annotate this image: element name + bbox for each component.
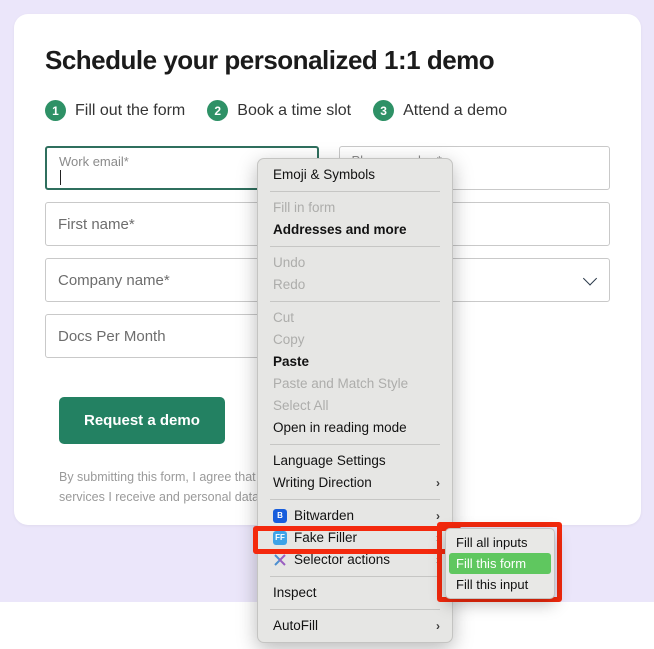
step-label-1: Fill out the form bbox=[75, 101, 186, 119]
menu-label: Fill in form bbox=[273, 200, 336, 215]
menu-item-select-all: Select All bbox=[258, 395, 452, 417]
chevron-right-icon: › bbox=[436, 476, 440, 490]
menu-label: Inspect bbox=[273, 585, 317, 600]
menu-item-emoji-symbols[interactable]: Emoji & Symbols bbox=[258, 164, 452, 186]
menu-item-fake-filler[interactable]: FF Fake Filler › bbox=[258, 527, 452, 549]
first-name-placeholder: First name* bbox=[58, 215, 135, 233]
chevron-right-icon: › bbox=[436, 619, 440, 633]
menu-item-copy: Copy bbox=[258, 329, 452, 351]
menu-label: Copy bbox=[273, 332, 305, 347]
menu-label: Cut bbox=[273, 310, 295, 325]
menu-item-undo: Undo bbox=[258, 252, 452, 274]
screenshot-root: Schedule your personalized 1:1 demo 1 Fi… bbox=[0, 0, 654, 649]
menu-item-paste-and-match-style: Paste and Match Style bbox=[258, 373, 452, 395]
menu-separator bbox=[270, 444, 440, 445]
menu-item-autofill[interactable]: AutoFill › bbox=[258, 615, 452, 637]
menu-label: Addresses and more bbox=[273, 222, 407, 237]
menu-item-fill-in-form: Fill in form bbox=[258, 197, 452, 219]
step-item-1: 1 Fill out the form bbox=[45, 100, 185, 121]
menu-label: Writing Direction bbox=[273, 475, 372, 490]
docs-per-month-placeholder: Docs Per Month bbox=[58, 327, 166, 345]
menu-label: Emoji & Symbols bbox=[273, 167, 376, 182]
menu-item-cut: Cut bbox=[258, 307, 452, 329]
step-item-3: 3 Attend a demo bbox=[373, 100, 507, 121]
selector-actions-icon bbox=[273, 553, 287, 567]
chevron-right-icon: › bbox=[436, 509, 440, 523]
menu-label: Select All bbox=[273, 398, 329, 413]
menu-label: Selector actions bbox=[294, 552, 391, 567]
menu-separator bbox=[270, 609, 440, 610]
step-badge-2: 2 bbox=[207, 100, 229, 121]
menu-label: Paste and Match Style bbox=[273, 376, 409, 391]
fake-filler-submenu[interactable]: Fill all inputs Fill this form Fill this… bbox=[445, 528, 555, 599]
menu-label: Paste bbox=[273, 354, 310, 369]
menu-item-addresses-and-more[interactable]: Addresses and more bbox=[258, 219, 452, 241]
menu-item-redo: Redo bbox=[258, 274, 452, 296]
menu-separator bbox=[270, 499, 440, 500]
submenu-item-fill-all-inputs[interactable]: Fill all inputs bbox=[446, 532, 554, 553]
menu-separator bbox=[270, 576, 440, 577]
menu-item-bitwarden[interactable]: B Bitwarden › bbox=[258, 505, 452, 527]
menu-item-open-in-reading-mode[interactable]: Open in reading mode bbox=[258, 417, 452, 439]
menu-item-selector-actions[interactable]: Selector actions › bbox=[258, 549, 452, 571]
menu-label: Language Settings bbox=[273, 453, 386, 468]
step-label-3: Attend a demo bbox=[403, 101, 508, 119]
menu-item-language-settings[interactable]: Language Settings bbox=[258, 450, 452, 472]
legal-line-1: By submitting this form, I agree that bbox=[59, 470, 256, 484]
request-demo-button[interactable]: Request a demo bbox=[59, 397, 225, 444]
text-cursor bbox=[60, 170, 61, 185]
menu-item-paste[interactable]: Paste bbox=[258, 351, 452, 373]
steps-list: 1 Fill out the form 2 Book a time slot 3… bbox=[45, 100, 507, 121]
menu-label: Bitwarden bbox=[294, 508, 355, 523]
menu-label: Redo bbox=[273, 277, 306, 292]
menu-label: Open in reading mode bbox=[273, 420, 407, 435]
menu-item-inspect[interactable]: Inspect bbox=[258, 582, 452, 604]
legal-line-3: services I receive and personal data bbox=[59, 490, 260, 504]
step-label-2: Book a time slot bbox=[237, 101, 352, 119]
menu-label: Undo bbox=[273, 255, 306, 270]
chevron-right-icon: › bbox=[436, 553, 440, 567]
chevron-down-icon bbox=[582, 271, 598, 286]
step-badge-1: 1 bbox=[45, 100, 66, 121]
menu-separator bbox=[270, 301, 440, 302]
menu-label: AutoFill bbox=[273, 618, 319, 633]
bitwarden-icon: B bbox=[273, 509, 287, 523]
menu-separator bbox=[270, 246, 440, 247]
menu-separator bbox=[270, 191, 440, 192]
fake-filler-icon: FF bbox=[273, 531, 287, 545]
step-item-2: 2 Book a time slot bbox=[207, 100, 351, 121]
menu-label: Fake Filler bbox=[294, 530, 358, 545]
context-menu[interactable]: Emoji & Symbols Fill in form Addresses a… bbox=[257, 158, 453, 643]
step-badge-3: 3 bbox=[373, 100, 395, 121]
submenu-item-fill-this-form[interactable]: Fill this form bbox=[449, 553, 551, 574]
chevron-right-icon: › bbox=[436, 531, 440, 545]
submenu-item-fill-this-input[interactable]: Fill this input bbox=[446, 574, 554, 595]
company-name-placeholder: Company name* bbox=[58, 271, 170, 289]
work-email-label: Work email* bbox=[59, 154, 129, 169]
menu-item-writing-direction[interactable]: Writing Direction › bbox=[258, 472, 452, 494]
page-title: Schedule your personalized 1:1 demo bbox=[45, 45, 495, 75]
